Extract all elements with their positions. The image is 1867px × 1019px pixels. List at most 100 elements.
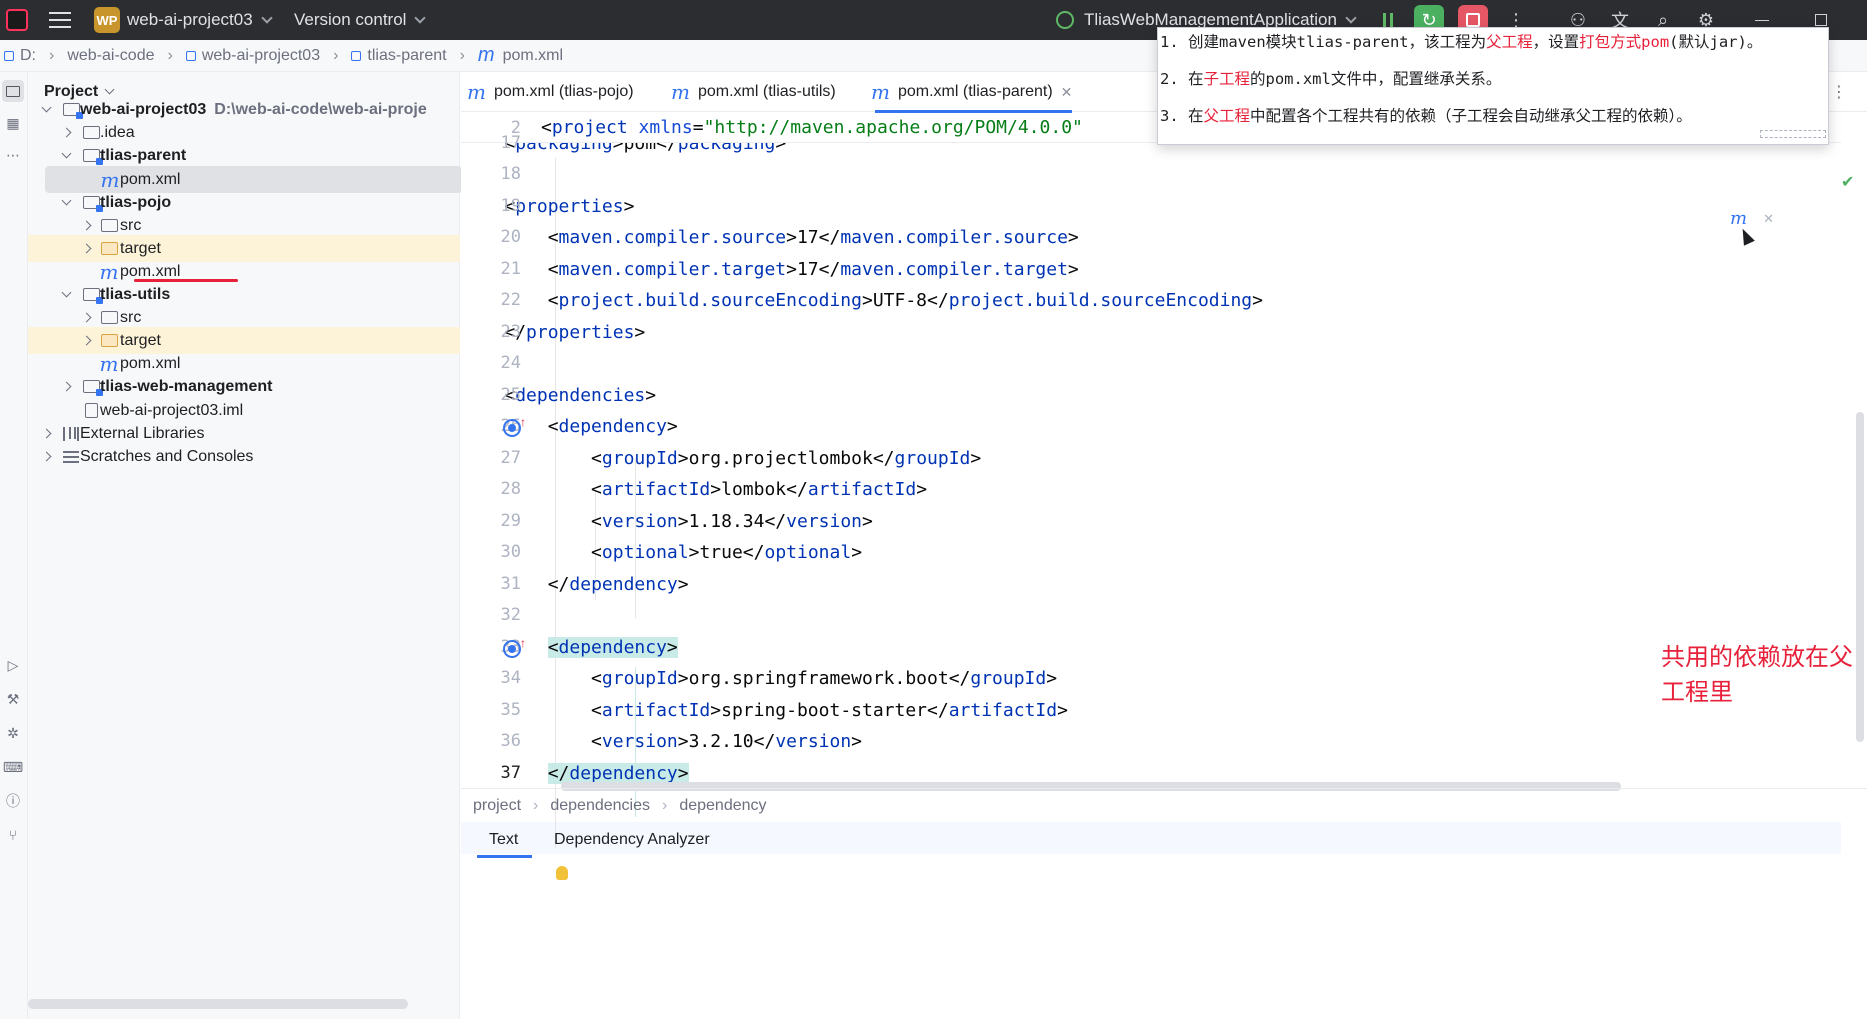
line-number: 27 (500, 448, 521, 468)
breadcrumb-separator: › (49, 46, 55, 64)
chevron-down-icon[interactable] (61, 287, 71, 298)
crumb-dependencies[interactable]: dependencies (550, 797, 650, 815)
chevron-down-icon[interactable] (41, 102, 51, 113)
more-tools-icon[interactable]: ⋯ (2, 144, 24, 166)
instruction-text: 1. 创建maven模块tlias-parent，该工程为 (1160, 33, 1487, 51)
breadcrumb-drive[interactable]: D: (20, 47, 36, 65)
tree-item-label: tlias-pojo (100, 193, 172, 211)
tab-text[interactable]: Text (476, 822, 533, 858)
xml-tag: dependency (569, 574, 678, 595)
breadcrumb-web-ai-code[interactable]: web-ai-code (67, 47, 154, 65)
tree-item-scratches[interactable]: Scratches and Consoles (28, 443, 460, 470)
folder-icon (100, 311, 118, 324)
chevron-down-icon (1345, 11, 1357, 24)
build-tool-icon[interactable]: ⚒ (2, 688, 24, 710)
xml-value: spring-boot-starter (721, 700, 928, 721)
xml-value: org.springframework.boot (688, 668, 949, 689)
tree-item-tlias-web-management[interactable]: tlias-web-management (28, 373, 460, 400)
tree-item-label: pom.xml (120, 354, 181, 372)
xml-tag: version (775, 731, 852, 752)
project-switcher[interactable]: web-ai-project03 (127, 0, 273, 40)
version-control-label: Version control (294, 10, 407, 29)
project-badge[interactable]: WP (94, 0, 120, 40)
line-number: 17 (500, 133, 521, 153)
chevron-right-icon[interactable] (81, 243, 91, 254)
maven-file-icon: m (99, 351, 119, 376)
chevron-right-icon[interactable] (41, 451, 51, 462)
xml-tag: maven.compiler.source (840, 227, 1068, 248)
xml-tag: maven.compiler.target (840, 259, 1068, 280)
instruction-emphasis: 打包方式pom (1579, 33, 1670, 51)
maven-reload-icon[interactable]: m (1730, 208, 1747, 229)
crumb-dependency[interactable]: dependency (679, 797, 766, 815)
code-line: <maven.compiler.target>17</maven.compile… (461, 255, 1079, 285)
terminal-tool-icon[interactable]: ⌨ (2, 756, 24, 778)
annotation-note: 共用的依赖放在父工程里 (1661, 643, 1853, 706)
tab-label: Dependency Analyzer (554, 831, 710, 848)
chevron-down-icon[interactable] (61, 148, 71, 159)
structure-tool-icon[interactable]: ▦ (2, 112, 24, 134)
module-folder-icon (82, 380, 103, 396)
chevron-right-icon[interactable] (61, 127, 71, 138)
lightbulb-icon[interactable] (556, 866, 568, 880)
tree-item-label: pom.xml (120, 170, 181, 188)
chevron-right-icon[interactable] (81, 312, 91, 323)
breadcrumb-tlias-parent[interactable]: tlias-parent (367, 47, 446, 65)
tree-item-tlias-parent[interactable]: tlias-parent (28, 142, 460, 169)
xml-tag: version (601, 731, 678, 752)
editor: m pom.xml (tlias-pojo) m pom.xml (tlias-… (461, 72, 1867, 1019)
tree-item-label: External Libraries (80, 424, 205, 442)
xml-value: UTF-8 (872, 290, 928, 311)
tree-item-label: pom.xml (120, 262, 181, 280)
override-gutter-icon[interactable]: ↑ (503, 636, 526, 658)
xml-attribute: xmlns (627, 117, 693, 138)
breadcrumb-project[interactable]: web-ai-project03 (202, 47, 320, 65)
xml-attribute-value: "http://maven.apache.org/POM/4.0.0" (703, 117, 1083, 138)
debug-tool-icon[interactable]: ✲ (2, 722, 24, 744)
main-menu-icon[interactable] (48, 0, 72, 40)
vertical-scrollbar[interactable] (1856, 412, 1864, 742)
chevron-right-icon[interactable] (41, 428, 51, 439)
tab-dependency-analyzer[interactable]: Dependency Analyzer (554, 822, 710, 858)
excluded-folder-icon (100, 242, 118, 255)
xml-tag: version (786, 511, 862, 532)
check-icon[interactable]: ✔ (1841, 172, 1854, 192)
chevron-right-icon[interactable] (81, 335, 91, 346)
horizontal-scrollbar[interactable] (28, 999, 408, 1009)
tree-item-label: src (120, 216, 142, 234)
chevron-down-icon (104, 84, 115, 95)
matched-tag-highlight: <dependency> (547, 637, 678, 658)
line-number: 18 (500, 164, 521, 184)
chevron-down-icon[interactable] (61, 195, 71, 206)
breadcrumb-separator: › (533, 796, 539, 814)
xml-tag: dependency (558, 416, 667, 437)
project-tool-icon[interactable] (2, 80, 24, 102)
spring-boot-icon (1056, 11, 1074, 29)
ide-window: WP web-ai-project03 Version control Tlia… (0, 0, 1867, 1019)
xml-equals: = (692, 117, 704, 138)
line-number: 34 (500, 668, 521, 688)
tree-item-label: web-ai-project03.iml (100, 401, 244, 419)
override-gutter-icon[interactable]: ↑ (503, 415, 526, 437)
chevron-right-icon[interactable] (61, 381, 71, 392)
left-tool-strip: ▦ ⋯ ▷ ⚒ ✲ ⌨ ⓘ ⑂ (0, 72, 28, 1019)
xml-tag: project.build.sourceEncoding (558, 290, 862, 311)
breadcrumb-pom[interactable]: pom.xml (503, 47, 563, 65)
xml-tag: groupId (970, 668, 1047, 689)
maven-reload-popup: m ✕ (1730, 208, 1774, 229)
problems-tool-icon[interactable]: ⓘ (2, 790, 24, 812)
crumb-project[interactable]: project (473, 797, 521, 815)
annotation-underline (134, 279, 238, 282)
xml-tag: dependency (558, 637, 667, 658)
run-tool-icon[interactable]: ▷ (2, 654, 24, 676)
git-tool-icon[interactable]: ⑂ (2, 824, 24, 846)
version-control-menu[interactable]: Version control (294, 0, 427, 40)
xml-tag: project.build.sourceEncoding (948, 290, 1253, 311)
xml-value: 1.18.34 (688, 511, 765, 532)
close-icon[interactable]: ✕ (1763, 211, 1774, 227)
xml-value: true (699, 542, 743, 563)
resize-handle[interactable] (1760, 130, 1826, 138)
xml-tag: artifactId (948, 700, 1058, 721)
tree-item-label: target (120, 239, 161, 257)
chevron-right-icon[interactable] (81, 220, 91, 231)
